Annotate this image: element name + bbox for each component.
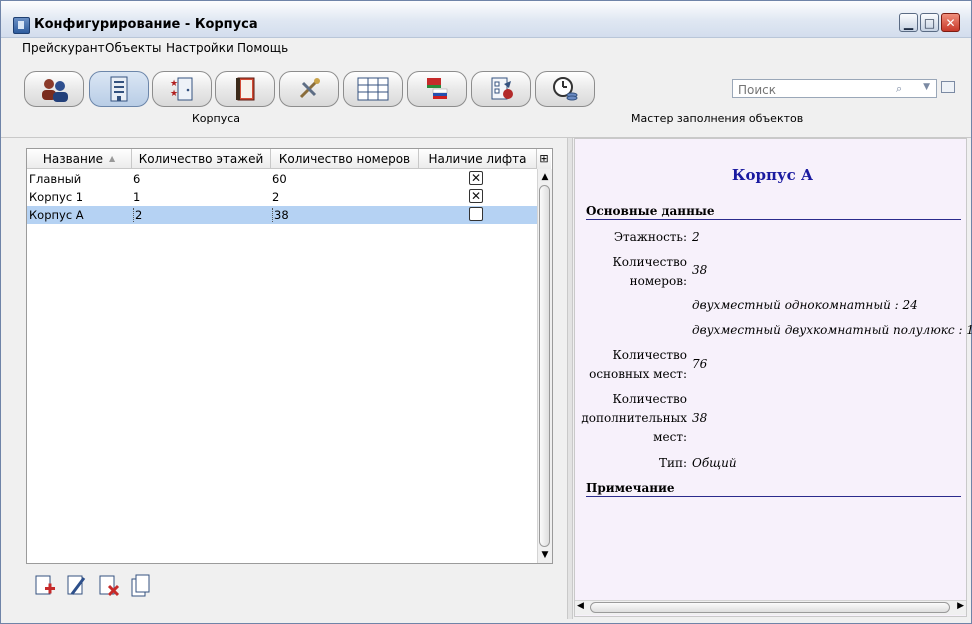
- toolbar-tasks-button[interactable]: [471, 71, 531, 107]
- menu-bar: Прейскурант Объекты Настройки Помощь: [1, 38, 971, 58]
- details-panel: Корпус А Основные данные Этажность: 2 Ко…: [574, 138, 972, 617]
- scroll-left-icon[interactable]: ◀: [577, 601, 584, 611]
- details-title: Корпус А: [731, 166, 814, 184]
- panel-splitter[interactable]: [567, 138, 573, 619]
- menu-help[interactable]: Помощь: [237, 41, 288, 55]
- app-icon: [13, 17, 30, 34]
- extra-places-value: 38: [692, 411, 708, 425]
- scroll-thumb[interactable]: [539, 185, 550, 547]
- edit-icon[interactable]: [66, 574, 88, 598]
- rooms-label: Количество номеров:: [612, 255, 687, 288]
- toolbar-services-button[interactable]: [279, 71, 339, 107]
- column-header-name[interactable]: Название ▲: [27, 149, 132, 169]
- add-icon[interactable]: [34, 574, 56, 598]
- main-window: Конфигурирование - Корпуса ▁ □ ✕ Прейску…: [0, 0, 972, 624]
- column-header-lift[interactable]: Наличие лифта: [419, 149, 537, 169]
- floors-value: 2: [692, 230, 700, 244]
- buildings-table: Название ▲ Количество этажей Количество …: [26, 148, 553, 564]
- toolbar-history-button[interactable]: [535, 71, 595, 107]
- extra-places-label: Количество дополнительных мест:: [581, 392, 687, 444]
- toolbar-catalog-button[interactable]: [215, 71, 275, 107]
- menu-objects[interactable]: Объекты: [105, 41, 161, 55]
- svg-text:★: ★: [170, 79, 178, 89]
- menu-settings[interactable]: Настройки: [166, 41, 234, 55]
- toolbar-buildings-button[interactable]: [89, 71, 149, 107]
- column-header-floors[interactable]: Количество этажей: [132, 149, 271, 169]
- room-type-1: двухместный однокомнатный : 24: [692, 298, 918, 312]
- title-bar: Конфигурирование - Корпуса ▁ □ ✕: [1, 1, 971, 38]
- main-places-value: 76: [692, 357, 708, 371]
- book-icon: [236, 77, 255, 101]
- flags-icon: [427, 78, 448, 99]
- window-title: Конфигурирование - Корпуса: [34, 17, 258, 32]
- checklist-icon: [491, 77, 513, 100]
- type-value: Общий: [692, 456, 737, 470]
- toolbar-seasons-button[interactable]: [343, 71, 403, 107]
- people-icon: [42, 79, 68, 102]
- lift-checkbox[interactable]: ✕: [469, 171, 483, 185]
- chevron-down-icon[interactable]: ▼: [923, 82, 930, 92]
- table-actions: [26, 564, 553, 609]
- scroll-right-icon[interactable]: ▶: [957, 601, 964, 611]
- section-main-data: Основные данные: [586, 204, 961, 220]
- scroll-down-icon[interactable]: ▼: [539, 549, 551, 561]
- section-note: Примечание: [586, 481, 961, 497]
- tools-icon: [299, 78, 320, 99]
- table-row-selected[interactable]: Корпус А 2 38: [27, 206, 537, 224]
- rooms-value: 38: [692, 263, 708, 277]
- building-icon: [110, 76, 128, 102]
- details-scrollbar[interactable]: ◀ ▶: [575, 600, 966, 615]
- search-icon[interactable]: ⌕: [896, 82, 912, 95]
- scroll-thumb[interactable]: [590, 602, 950, 613]
- copy-icon[interactable]: [130, 574, 152, 598]
- search-options-icon[interactable]: [941, 81, 955, 93]
- room-type-2: двухместный двухкомнатный полулюкс : 14: [692, 323, 972, 337]
- menu-pricelist[interactable]: Прейскурант: [22, 41, 105, 55]
- toolbar-rooms-button[interactable]: ★ ★: [152, 71, 212, 107]
- type-label: Тип:: [658, 456, 687, 470]
- close-button[interactable]: ✕: [941, 13, 960, 32]
- search-box: ⌕ ▼: [732, 79, 937, 98]
- minimize-button[interactable]: ▁: [899, 13, 918, 32]
- lift-checkbox[interactable]: [469, 207, 483, 221]
- main-places-label: Количество основных мест:: [589, 348, 687, 381]
- wizard-caption[interactable]: Мастер заполнения объектов: [631, 112, 803, 125]
- delete-icon[interactable]: [98, 574, 120, 598]
- table-scrollbar[interactable]: ▲ ▼: [537, 169, 552, 563]
- toolbar-clients-button[interactable]: [24, 71, 84, 107]
- sort-ascending-icon: ▲: [109, 154, 116, 163]
- table-row[interactable]: Главный 6 60 ✕: [27, 170, 537, 188]
- scroll-up-icon[interactable]: ▲: [539, 171, 551, 183]
- column-header-rooms[interactable]: Количество номеров: [271, 149, 419, 169]
- toolbar-countries-button[interactable]: [407, 71, 467, 107]
- maximize-button[interactable]: □: [920, 13, 939, 32]
- door-icon: ★★: [170, 77, 193, 101]
- floors-label: Этажность:: [613, 230, 687, 244]
- table-row[interactable]: Корпус 1 1 2 ✕: [27, 188, 537, 206]
- calendar-icon: [357, 77, 389, 101]
- active-section-caption: Корпуса: [192, 112, 241, 125]
- toolbar: ★★ Корпуса Мастер заполнения объектов ⌕ …: [1, 59, 971, 137]
- svg-text:★: ★: [170, 89, 178, 99]
- search-input[interactable]: [736, 81, 900, 98]
- clock-icon: [553, 77, 578, 101]
- lift-checkbox[interactable]: ✕: [469, 189, 483, 203]
- column-chooser-icon[interactable]: ⊞: [537, 149, 551, 170]
